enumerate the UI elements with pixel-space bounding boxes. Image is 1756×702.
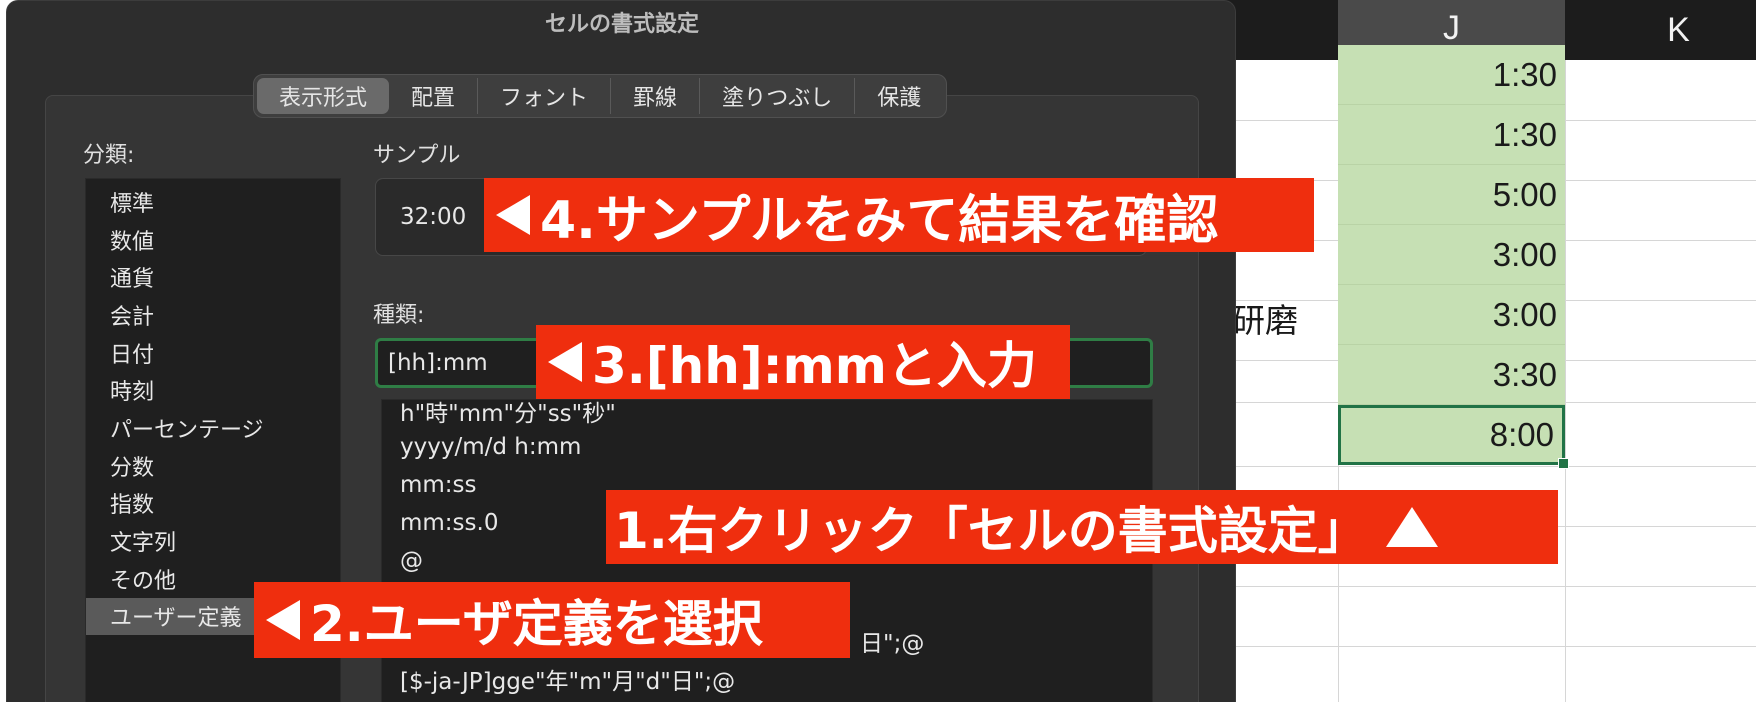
gridline: [1230, 586, 1756, 587]
gridline: [1230, 646, 1756, 647]
category-label: 分類:: [83, 143, 135, 168]
category-item[interactable]: 日付: [86, 334, 340, 372]
category-item[interactable]: 文字列: [86, 522, 340, 560]
category-item[interactable]: 分数: [86, 447, 340, 485]
format-item[interactable]: h"時"mm"分"ss"秒": [400, 400, 616, 428]
sample-label: サンプル: [373, 143, 461, 168]
annotation-text: 2.ユーザ定義を選択: [310, 595, 763, 653]
up-triangle-icon: [1385, 507, 1438, 547]
tab-font[interactable]: フォント: [478, 78, 612, 114]
category-item[interactable]: 通貨: [86, 258, 340, 296]
tab-border[interactable]: 罫線: [611, 78, 701, 114]
annotation-text: 1.右クリック「セルの書式設定」: [614, 502, 1368, 560]
left-triangle-icon: [496, 195, 530, 235]
dialog-title: セルの書式設定: [544, 12, 699, 37]
cell-j[interactable]: 3:00: [1338, 225, 1565, 285]
cell-j[interactable]: 1:30: [1338, 105, 1565, 165]
category-item[interactable]: 時刻: [86, 371, 340, 409]
gridline: [1565, 60, 1566, 702]
annotation-step-3: 3.[hh]:mmと入力: [536, 325, 1070, 399]
format-item[interactable]: @: [400, 548, 423, 574]
format-item[interactable]: [$-ja-JP]gge"年"m"月"d"日";@: [400, 662, 735, 696]
annotation-step-4: 4.サンプルをみて結果を確認: [484, 178, 1314, 252]
column-header-k[interactable]: K: [1565, 0, 1756, 60]
cell-j[interactable]: 3:00: [1338, 285, 1565, 345]
left-triangle-icon: [548, 342, 582, 382]
annotation-step-1: 1.右クリック「セルの書式設定」: [606, 490, 1558, 564]
category-item[interactable]: パーセンテージ: [86, 409, 340, 447]
category-item[interactable]: 指数: [86, 485, 340, 523]
tab-protection[interactable]: 保護: [855, 78, 943, 114]
tab-bar: 表示形式 配置 フォント 罫線 塗りつぶし 保護: [253, 74, 948, 118]
format-item[interactable]: yyyy/m/d h:mm: [400, 434, 581, 460]
category-item[interactable]: 数値: [86, 221, 340, 259]
cell-j-active[interactable]: 8:00: [1338, 405, 1565, 465]
fill-handle[interactable]: [1558, 458, 1569, 469]
category-item[interactable]: 標準: [86, 183, 340, 221]
annotation-text: 3.[hh]:mmと入力: [592, 337, 1037, 395]
cell-j[interactable]: 1:30: [1338, 45, 1565, 105]
annotation-text: 4.サンプルをみて結果を確認: [540, 190, 1219, 251]
cell-i-text: 研磨: [1232, 301, 1298, 340]
tab-fill[interactable]: 塗りつぶし: [700, 78, 856, 114]
category-item[interactable]: 会計: [86, 296, 340, 334]
gridline: [1230, 466, 1756, 467]
left-triangle-icon: [266, 600, 300, 640]
sample-value: 32:00: [400, 204, 467, 230]
format-type-value: [hh]:mm: [388, 350, 488, 376]
type-label: 種類:: [373, 303, 425, 328]
format-item[interactable]: mm:ss: [400, 472, 477, 498]
format-item[interactable]: mm:ss.0: [400, 510, 498, 536]
cell-j[interactable]: 3:30: [1338, 345, 1565, 405]
format-item[interactable]: 日";@: [860, 624, 924, 658]
tab-alignment[interactable]: 配置: [389, 78, 479, 114]
tab-number-format[interactable]: 表示形式: [257, 78, 390, 114]
cell-j[interactable]: 5:00: [1338, 165, 1565, 225]
annotation-step-2: 2.ユーザ定義を選択: [254, 582, 850, 658]
